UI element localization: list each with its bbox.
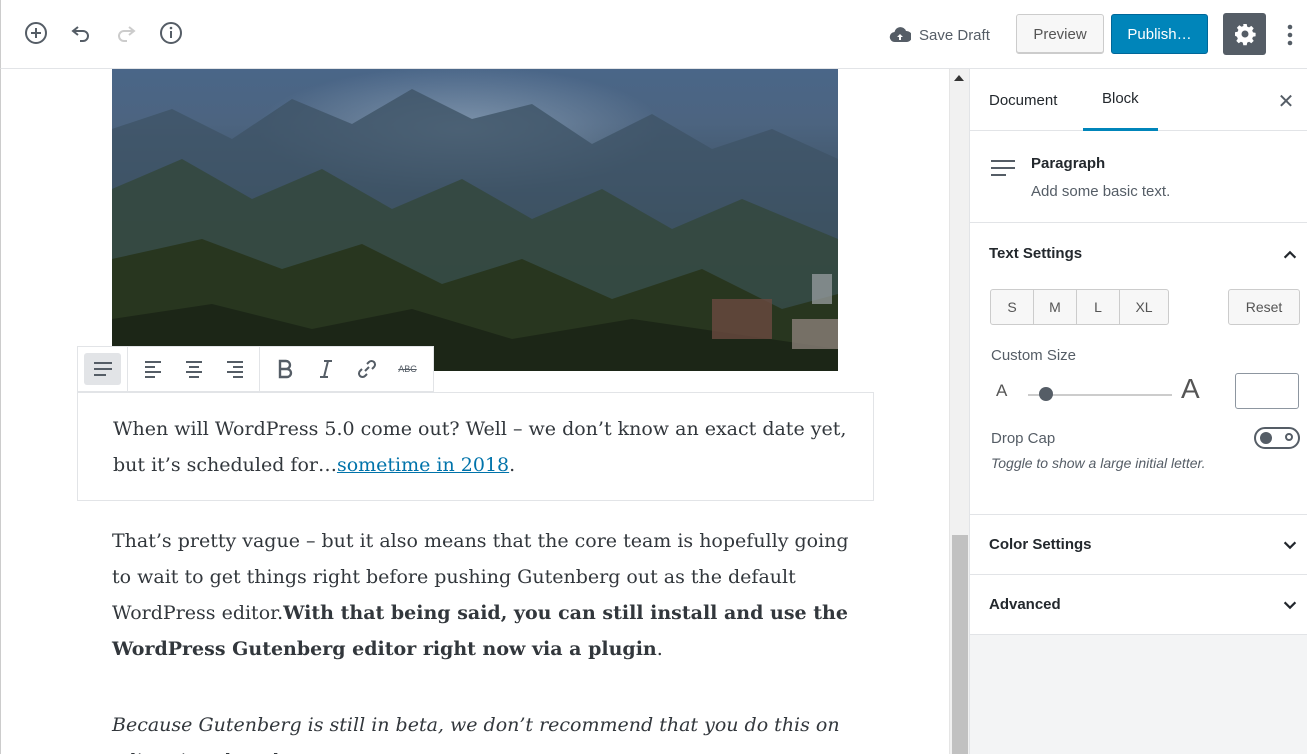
publish-button[interactable]: Publish… <box>1111 14 1208 54</box>
size-medium-button[interactable]: M <box>1034 290 1077 324</box>
paragraph-1-end: . <box>509 454 516 476</box>
settings-button[interactable] <box>1223 13 1266 55</box>
editor-header: Save Draft Preview Publish… <box>0 0 1307 69</box>
image-block[interactable] <box>112 69 838 371</box>
paragraph-2-end: . <box>656 638 663 660</box>
text-settings-panel: Text Settings S M L XL Reset Custom Size… <box>970 223 1307 515</box>
size-small-button[interactable]: S <box>991 290 1034 324</box>
align-left-icon[interactable] <box>134 353 171 385</box>
formatting-group: ABC <box>260 347 432 391</box>
redo-icon[interactable] <box>113 20 139 46</box>
info-icon[interactable] <box>158 20 184 46</box>
toggle-knob <box>1260 432 1272 444</box>
paragraph-icon <box>991 160 1015 176</box>
cloud-upload-icon <box>889 27 911 43</box>
italic-icon[interactable] <box>307 353 344 385</box>
link-icon[interactable] <box>348 353 385 385</box>
editor-canvas: ABC When will WordPress 5.0 come out? We… <box>0 69 949 754</box>
save-draft-button[interactable]: Save Draft <box>889 22 990 48</box>
range-small-a: A <box>996 381 1008 400</box>
reset-button[interactable]: Reset <box>1228 289 1300 325</box>
drop-cap-help: Toggle to show a large initial letter. <box>991 455 1206 471</box>
size-xl-button[interactable]: XL <box>1120 290 1168 324</box>
settings-sidebar: Document Block ✕ Paragraph Add some basi… <box>969 69 1307 754</box>
color-settings-title[interactable]: Color Settings <box>989 536 1092 553</box>
block-info-panel <box>970 131 1307 223</box>
bold-icon[interactable] <box>266 353 303 385</box>
mountain-photo <box>112 89 838 371</box>
advanced-title[interactable]: Advanced <box>989 596 1061 613</box>
size-large-button[interactable]: L <box>1077 290 1120 324</box>
strikethrough-glyph: ABC <box>398 364 417 374</box>
paragraph-3[interactable]: Because Gutenberg is still in beta, we d… <box>112 707 852 754</box>
drop-cap-toggle[interactable] <box>1254 427 1300 449</box>
align-right-icon[interactable] <box>216 353 253 385</box>
block-description: Add some basic text. <box>1031 183 1171 200</box>
block-toolbar: ABC <box>77 346 434 392</box>
block-type-group <box>78 347 128 391</box>
text-settings-title[interactable]: Text Settings <box>989 245 1082 262</box>
range-big-a: A <box>1181 373 1200 404</box>
sidebar-tabs: Document Block ✕ <box>970 69 1307 131</box>
gear-icon <box>1234 24 1256 46</box>
more-vertical-icon <box>1287 24 1293 46</box>
color-settings-panel[interactable]: Color Settings <box>970 515 1307 575</box>
scroll-thumb[interactable] <box>952 535 968 754</box>
font-size-picker: S M L XL <box>990 289 1169 325</box>
selected-paragraph-block[interactable]: When will WordPress 5.0 come out? Well –… <box>77 392 874 501</box>
more-options-button[interactable] <box>1280 20 1300 50</box>
undo-icon[interactable] <box>68 20 94 46</box>
scroll-up-arrow-icon[interactable] <box>954 75 964 81</box>
align-center-icon[interactable] <box>175 353 212 385</box>
preview-button[interactable]: Preview <box>1016 14 1104 54</box>
custom-size-label: Custom Size <box>991 347 1077 364</box>
advanced-panel[interactable]: Advanced <box>970 575 1307 635</box>
custom-size-input[interactable] <box>1235 373 1299 409</box>
tab-block[interactable]: Block <box>1083 69 1158 131</box>
add-block-icon[interactable] <box>23 20 49 46</box>
drop-cap-label: Drop Cap <box>991 430 1056 447</box>
block-title: Paragraph <box>1031 155 1106 172</box>
chevron-down-icon[interactable] <box>1280 595 1300 615</box>
paragraph-1[interactable]: When will WordPress 5.0 come out? Well –… <box>113 411 853 483</box>
editor-scrollbar[interactable] <box>949 69 969 754</box>
tab-document[interactable]: Document <box>970 69 1076 131</box>
font-size-slider-thumb[interactable] <box>1039 387 1053 401</box>
paragraph-icon[interactable] <box>84 353 121 385</box>
paragraph-2[interactable]: That’s pretty vague – but it also means … <box>112 523 852 667</box>
chevron-down-icon[interactable] <box>1280 535 1300 555</box>
alignment-group <box>128 347 260 391</box>
close-icon[interactable]: ✕ <box>1274 89 1298 113</box>
chevron-up-icon[interactable] <box>1280 245 1300 265</box>
save-draft-label: Save Draft <box>919 26 990 44</box>
toggle-off-indicator-icon <box>1285 433 1293 441</box>
paragraph-1-link[interactable]: sometime in 2018 <box>337 454 509 476</box>
strikethrough-icon[interactable]: ABC <box>389 353 426 385</box>
